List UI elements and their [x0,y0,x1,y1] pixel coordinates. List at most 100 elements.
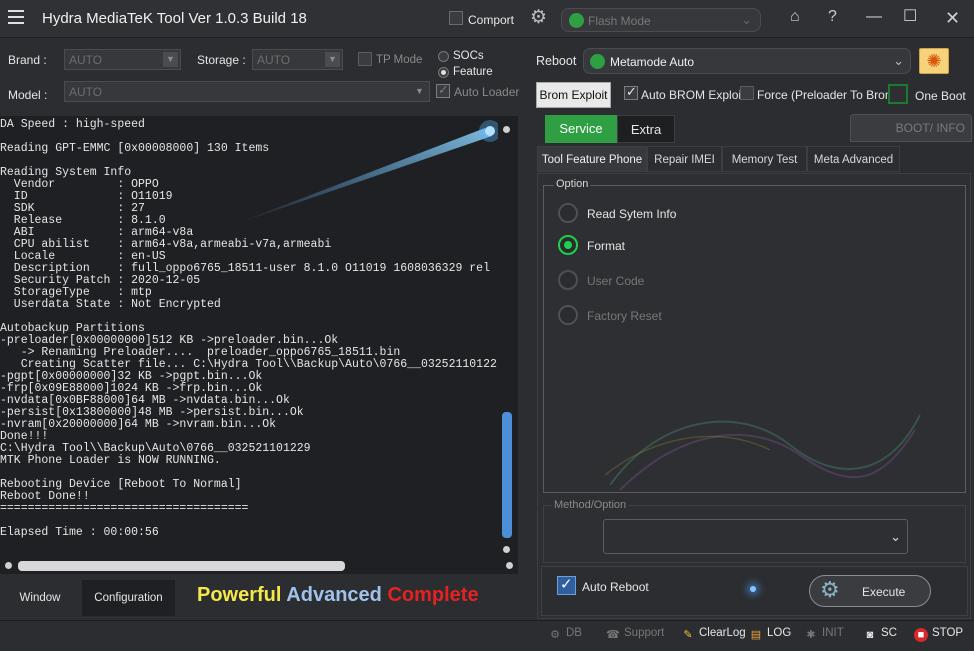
force-label: Force (Preloader To Brom) [757,88,899,102]
read-system-info-radio[interactable] [558,203,578,223]
refresh-icon [590,54,605,69]
slogan-word-2: Advanced [286,584,382,606]
user-code-radio[interactable] [558,270,578,290]
dropdown-arrow-icon: ▼ [325,52,340,67]
force-checkbox[interactable] [740,86,754,100]
feature-radio[interactable] [438,67,449,78]
gear-icon: ⚙ [820,577,840,602]
check-circle-icon [569,13,584,28]
init-button[interactable]: ✱ INIT [804,627,843,642]
title-bar: Hydra MediaTeK Tool Ver 1.0.3 Build 18 C… [0,0,974,38]
support-icon: ☎ [606,629,620,641]
scroll-down-icon[interactable] [503,546,510,553]
auto-reboot-checkbox[interactable] [557,575,576,595]
window-title: Hydra MediaTeK Tool Ver 1.0.3 Build 18 [42,10,307,27]
execute-button[interactable]: ⚙ Execute [809,575,931,607]
minimize-icon[interactable]: — [866,9,882,25]
stop-button[interactable]: ■ STOP [914,627,963,642]
read-system-info-label: Read Sytem Info [587,207,677,221]
broom-icon: ✎ [683,629,693,641]
mode-select[interactable]: Flash Mode ⌄ [561,8,761,32]
dropdown-arrow-icon: ▼ [163,52,178,67]
slogan: Powerful Advanced Complete [197,584,479,607]
auto-loader-checkbox[interactable] [436,82,450,98]
log-output: DA Speed : high-speed Reading GPT-EMMC [… [0,116,518,558]
camera-icon: ◙ [866,629,874,641]
mode-label: Flash Mode [588,14,651,28]
sun-icon[interactable]: ✺ [919,48,949,74]
feature-label: Feature [453,66,493,78]
gear-icon[interactable]: ⚙ [530,8,547,27]
auto-brom-label: Auto BROM Exploit [641,88,745,102]
help-icon[interactable]: ? [828,9,837,25]
scroll-thumb[interactable] [18,561,345,571]
support-button[interactable]: ☎ Support [606,627,664,642]
close-icon[interactable]: ✕ [945,9,960,27]
format-label: Format [587,239,626,253]
chevron-down-icon: ⌄ [741,12,752,27]
brand-label: Brand : [8,53,47,67]
one-boot-label: One Boot [915,89,966,103]
stop-icon: ■ [914,628,928,642]
tab-window[interactable]: Window [0,580,80,616]
brom-exploit-button[interactable]: Brom Exploit [536,82,611,108]
auto-brom-checkbox[interactable] [624,84,638,100]
log-horizontal-scrollbar[interactable] [0,558,518,574]
tab-meta-advanced[interactable]: Meta Advanced [807,146,900,172]
reboot-select[interactable]: Metamode Auto ⌄ [583,48,911,74]
format-radio[interactable] [558,235,578,255]
scroll-up-icon[interactable] [503,126,510,133]
tab-repair-imei[interactable]: Repair IMEI [647,146,722,172]
boot-info-button[interactable]: BOOT/ INFO [850,114,972,142]
slogan-word-3: Complete [387,584,479,606]
storage-label: Storage : [197,53,246,67]
model-value: AUTO [69,85,103,99]
one-boot-checkbox[interactable] [888,84,908,104]
scroll-thumb[interactable] [502,412,512,538]
scroll-right-icon[interactable] [506,562,513,569]
model-select[interactable]: AUTO ▼ [64,81,430,102]
home-icon[interactable]: ⌂ [790,9,800,25]
tab-tool-feature-phone[interactable]: Tool Feature Phone [537,146,647,172]
chevron-down-icon: ▼ [415,86,424,96]
log-icon: ▤ [750,629,762,641]
tab-configuration[interactable]: Configuration [82,580,175,616]
sc-button[interactable]: ◙ SC [863,627,897,642]
tab-service[interactable]: Service [545,115,617,143]
comport-checkbox[interactable] [449,11,463,25]
chevron-down-icon: ⌄ [890,529,901,544]
tp-mode-checkbox[interactable] [358,52,372,66]
db-label: DB [566,627,582,639]
log-label: LOG [767,627,792,639]
tab-extra[interactable]: Extra [617,115,675,143]
auto-reboot-label: Auto Reboot [582,580,649,594]
support-label: Support [624,627,665,639]
log-button[interactable]: ▤ LOG [749,627,792,642]
storage-select[interactable]: AUTO ▼ [252,49,343,70]
init-icon: ✱ [806,629,816,641]
comport-label: Comport [468,13,515,27]
hamburger-menu-icon[interactable] [8,10,24,26]
reboot-value: Metamode Auto [610,55,695,69]
swirl-decoration [604,414,921,491]
clearlog-button[interactable]: ✎ ClearLog [681,627,746,642]
log-vertical-scrollbar[interactable] [498,122,516,558]
user-code-label: User Code [587,274,645,288]
maximize-icon[interactable]: ☐ [903,9,917,25]
socs-radio[interactable] [438,51,449,62]
brand-select[interactable]: AUTO ▼ [64,49,181,70]
tp-mode-label: TP Mode [376,54,423,66]
db-button[interactable]: ⚙ DB [548,627,582,642]
factory-reset-radio[interactable] [558,305,578,325]
tab-memory-test[interactable]: Memory Test [722,146,807,172]
scroll-left-icon[interactable] [5,562,12,569]
slogan-word-1: Powerful [197,584,282,606]
clearlog-label: ClearLog [699,627,746,639]
reboot-label: Reboot [536,54,577,68]
storage-value: AUTO [257,53,291,67]
log-text: DA Speed : high-speed Reading GPT-EMMC [… [0,118,497,539]
brand-value: AUTO [69,53,103,67]
method-select[interactable]: ⌄ [603,519,908,554]
sparkle-decoration [750,586,756,592]
model-label: Model : [8,88,48,102]
